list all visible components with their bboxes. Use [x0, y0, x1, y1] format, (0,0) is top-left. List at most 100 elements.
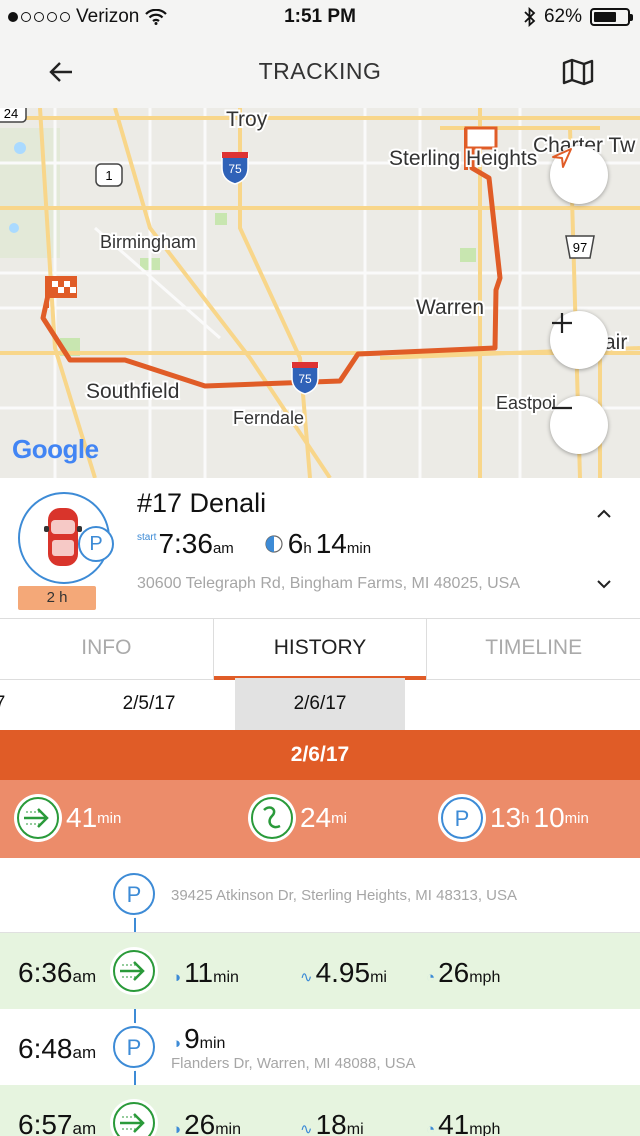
route-shield-97: 97: [565, 235, 595, 259]
summary-parked-minutes: 10: [533, 802, 565, 833]
start-ampm: am: [212, 540, 234, 557]
stop-address: Flanders Dr, Warren, MI 48088, USA: [171, 1055, 416, 1072]
nav-bar: TRACKING: [0, 36, 640, 109]
row-duration: ◑ 26 min: [172, 1109, 241, 1136]
google-logo: Google: [12, 434, 99, 464]
clock-half-icon: [265, 535, 283, 553]
clock-half-icon: ◑: [172, 1035, 182, 1052]
summary-parked-minutes-unit: min: [564, 809, 589, 827]
date-item[interactable]: 7: [0, 678, 20, 730]
zoom-in-button[interactable]: [550, 311, 608, 369]
svg-text:P: P: [455, 806, 470, 831]
map-label-eastpointe: Eastpoi: [496, 393, 556, 413]
elapsed-hours: 6: [287, 528, 304, 559]
day-header: 2/6/17: [0, 730, 640, 780]
timeline-drive-row[interactable]: 6:57am ◑ 26 min ∿ 18 mi ◔ 41 mph: [0, 1085, 640, 1136]
chevron-down-icon[interactable]: [596, 576, 612, 592]
summary-distance: 24 mi: [248, 794, 351, 842]
date-selector[interactable]: 7 2/5/17 2/6/17: [0, 678, 640, 730]
distance-squiggle-icon: ∿: [300, 1121, 313, 1136]
status-right: 62%: [524, 6, 633, 28]
chevron-up-icon[interactable]: [596, 506, 612, 522]
page-title: TRACKING: [258, 58, 382, 84]
row-duration: ◑ 11 min: [172, 957, 239, 988]
summary-parked-hours: 13: [490, 802, 522, 833]
start-label: start: [137, 532, 157, 543]
date-item[interactable]: 2/5/17: [64, 678, 234, 730]
parking-status-icon: P: [78, 526, 114, 562]
map-label-sterling: Sterling Heights: [389, 147, 537, 170]
summary-parked-hours-unit: h: [521, 809, 530, 827]
bluetooth-icon: [524, 7, 536, 27]
svg-text:97: 97: [573, 240, 587, 255]
drive-arrow-icon: [110, 1099, 158, 1136]
map-canvas: 24 1 75 97 75 Troy Sterling Heights Char…: [0, 108, 640, 478]
distance-squiggle-icon: [248, 794, 296, 842]
interstate-75-shield-north: 75: [221, 152, 249, 185]
map-label-troy: Troy: [226, 108, 268, 131]
elapsed-hours-unit: h: [303, 540, 312, 557]
row-duration: ◑ 9 min: [172, 1023, 226, 1054]
navigation-arrow-icon: [552, 148, 572, 168]
summary-drive-time: 41 min: [14, 794, 125, 842]
speedometer-icon: ◔: [426, 1121, 436, 1136]
zoom-out-button[interactable]: [550, 396, 608, 454]
summary-distance-value: 24: [300, 802, 332, 833]
parking-icon: P: [110, 870, 158, 918]
row-speed: ◔ 26 mph: [426, 957, 501, 988]
parking-icon: P: [438, 794, 486, 842]
vehicle-card[interactable]: P 2 h #17 Denali start 7:36 am 6 h 14 mi…: [0, 478, 640, 618]
parking-icon: P: [110, 1023, 158, 1071]
row-time: 6:57am: [18, 1109, 97, 1136]
summary-drive-value: 41: [66, 802, 98, 833]
tab-timeline[interactable]: TIMELINE: [427, 619, 640, 679]
svg-text:P: P: [127, 882, 142, 907]
route-shield-24: 24: [0, 108, 27, 123]
row-speed: ◔ 41 mph: [426, 1109, 501, 1136]
status-bar: Verizon 1:51 PM 62%: [0, 0, 640, 36]
tab-info[interactable]: INFO: [0, 619, 214, 679]
date-item-selected[interactable]: 2/6/17: [235, 678, 405, 730]
plus-icon: [552, 313, 572, 333]
map-label-birmingham: Birmingham: [100, 232, 196, 252]
battery-icon: [590, 8, 633, 26]
svg-text:75: 75: [228, 162, 242, 176]
svg-text:75: 75: [298, 372, 312, 386]
map-view[interactable]: 24 1 75 97 75 Troy Sterling Heights Char…: [0, 108, 640, 478]
elapsed-minutes-unit: min: [346, 540, 372, 557]
drive-arrow-icon: [14, 794, 62, 842]
vehicle-name: #17 Denali: [137, 488, 267, 518]
map-label-ferndale: Ferndale: [233, 408, 304, 428]
drive-arrow-icon: [110, 947, 158, 995]
map-icon[interactable]: [560, 54, 596, 90]
map-label-warren: Warren: [416, 296, 484, 319]
distance-squiggle-icon: ∿: [300, 969, 313, 986]
timeline-drive-row[interactable]: 6:36am ◑ 11 min ∿ 4.95 mi ◔ 26 mph: [0, 933, 640, 1009]
timeline-stop-row[interactable]: P 39425 Atkinson Dr, Sterling Heights, M…: [0, 858, 640, 932]
row-time: 6:36am: [18, 957, 97, 988]
svg-text:P: P: [127, 1035, 142, 1060]
vehicle-address: 30600 Telegraph Rd, Bingham Farms, MI 48…: [137, 575, 521, 592]
row-distance: ∿ 4.95 mi: [300, 957, 387, 988]
svg-text:24: 24: [4, 108, 18, 121]
svg-text:1: 1: [105, 168, 112, 183]
summary-drive-unit: min: [97, 809, 122, 827]
my-location-button[interactable]: [550, 146, 608, 204]
elapsed-minutes: 14: [315, 528, 347, 559]
start-time: 7:36: [158, 528, 213, 559]
route-shield-1: 1: [95, 163, 123, 187]
stop-address: 39425 Atkinson Dr, Sterling Heights, MI …: [171, 887, 518, 904]
clock-half-icon: ◑: [172, 1121, 182, 1136]
battery-percent: 62%: [543, 6, 582, 27]
summary-parked-time: P 13 h 10 min: [438, 794, 593, 842]
tab-history[interactable]: HISTORY: [213, 619, 428, 680]
speedometer-icon: ◔: [426, 969, 436, 986]
clock-half-icon: ◑: [172, 969, 182, 986]
tab-bar: INFO HISTORY TIMELINE: [0, 618, 640, 680]
parked-duration-badge: 2 h: [18, 586, 96, 610]
summary-distance-unit: mi: [331, 809, 347, 827]
timeline-stop-row[interactable]: 6:48am P ◑ 9 min Flanders Dr, Warren, MI 4…: [0, 1009, 640, 1085]
map-label-southfield: Southfield: [86, 380, 179, 403]
vehicle-trip-summary: start 7:36 am 6 h 14 min: [137, 528, 375, 560]
interstate-75-shield-south: 75: [291, 362, 319, 395]
